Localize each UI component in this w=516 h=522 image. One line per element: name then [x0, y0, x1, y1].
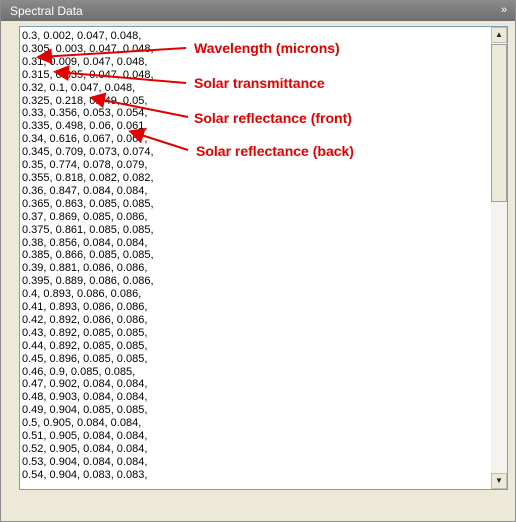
arrow-transmittance — [53, 65, 187, 84]
annotation-wavelength: Wavelength (microns) — [194, 40, 340, 56]
arrow-wavelength — [36, 47, 187, 65]
arrow-reflectance-front — [89, 92, 189, 118]
annotation-transmittance: Solar transmittance — [194, 75, 325, 91]
annotation-reflectance-front: Solar reflectance (front) — [194, 110, 352, 126]
arrow-reflectance-back — [128, 128, 189, 151]
annotation-reflectance-back: Solar reflectance (back) — [196, 143, 354, 159]
